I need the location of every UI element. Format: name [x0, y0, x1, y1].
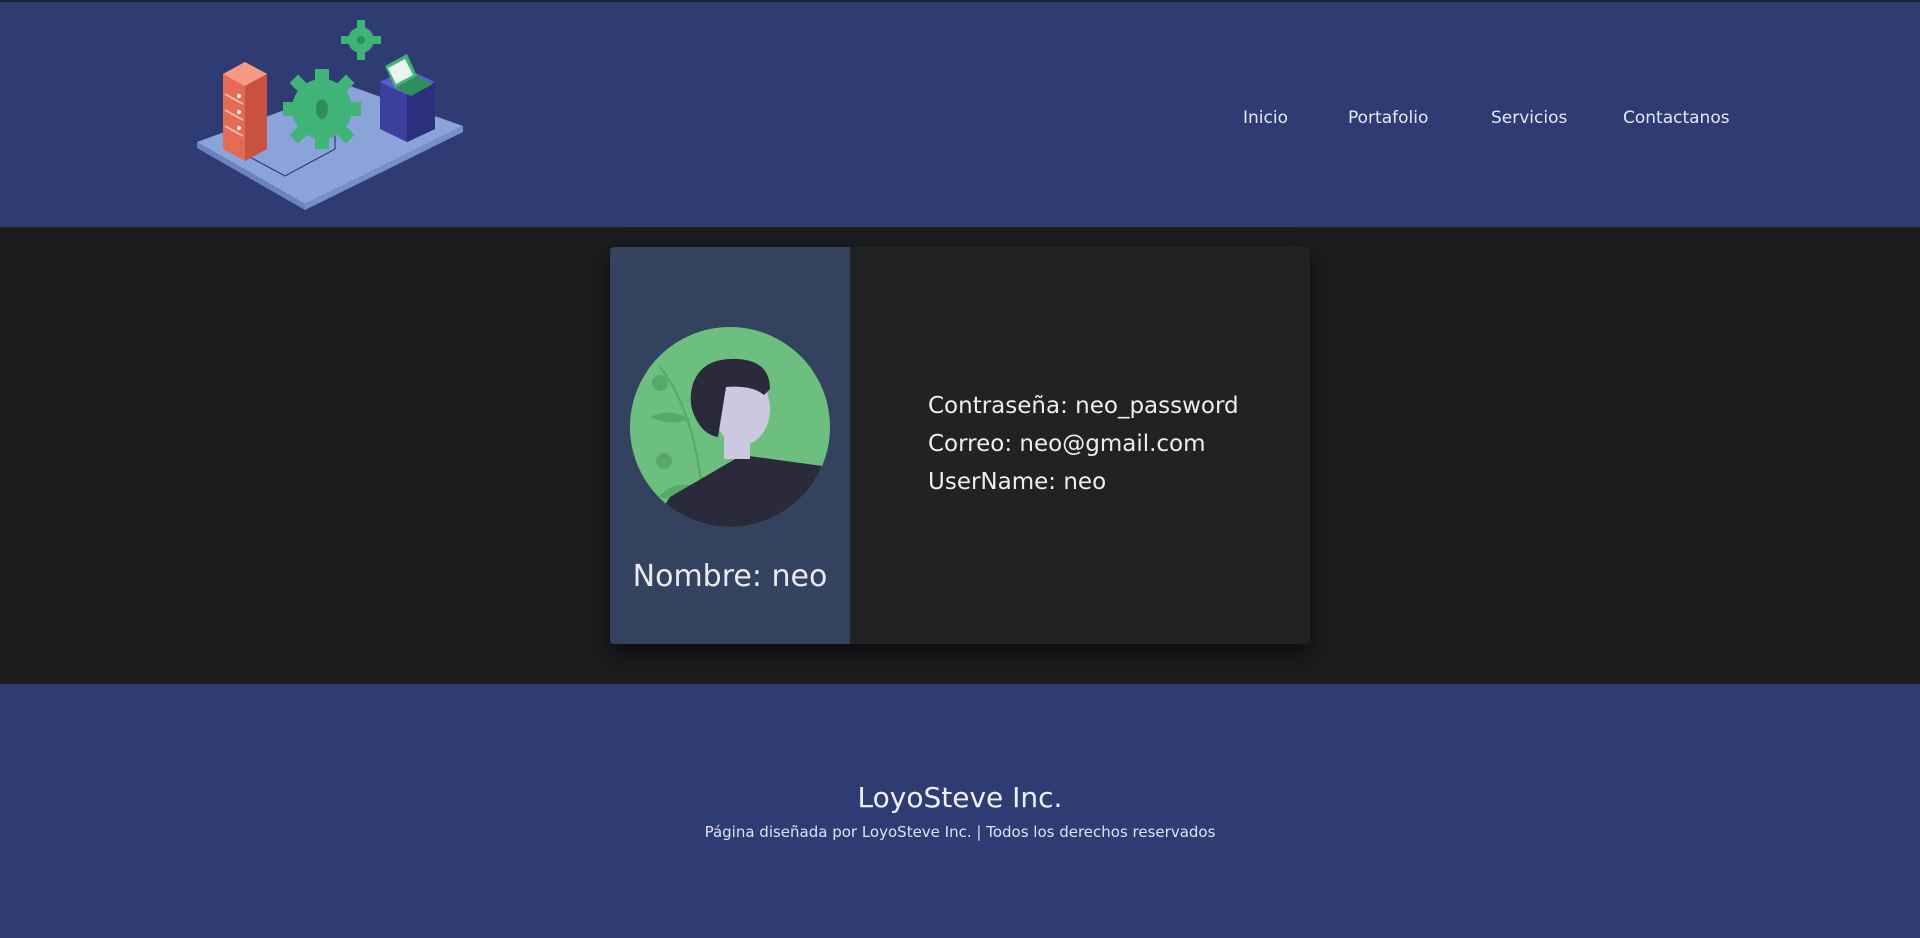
nav-link-portafolio[interactable]: Portafolio: [1348, 106, 1428, 130]
site-header: Inicio Portafolio Servicios Contactanos: [0, 2, 1920, 227]
nav-link-contactanos[interactable]: Contactanos: [1623, 106, 1730, 130]
profile-username: UserName: neo: [928, 469, 1107, 495]
profile-details: Contraseña: neo_password Correo: neo@gma…: [928, 387, 1239, 501]
footer-credit: Página diseñada por LoyoSteve Inc. | Tod…: [704, 823, 1216, 841]
profile-password: Contraseña: neo_password: [928, 393, 1239, 419]
main-content: Nombre: neo Contraseña: neo_password Cor…: [0, 227, 1920, 684]
site-footer: LoyoSteve Inc. Página diseñada por LoyoS…: [0, 684, 1920, 938]
main-nav: Inicio Portafolio Servicios Contactanos: [0, 106, 1920, 130]
nav-link-servicios[interactable]: Servicios: [1491, 106, 1567, 130]
profile-name: Nombre: neo: [632, 559, 828, 594]
profile-email: Correo: neo@gmail.com: [928, 431, 1206, 457]
profile-card-sidebar: Nombre: neo: [610, 247, 850, 644]
footer-brand: LoyoSteve Inc.: [857, 781, 1063, 814]
nav-link-inicio[interactable]: Inicio: [1243, 106, 1288, 130]
profile-card: Nombre: neo Contraseña: neo_password Cor…: [610, 247, 1310, 644]
user-avatar-icon: [630, 327, 830, 527]
